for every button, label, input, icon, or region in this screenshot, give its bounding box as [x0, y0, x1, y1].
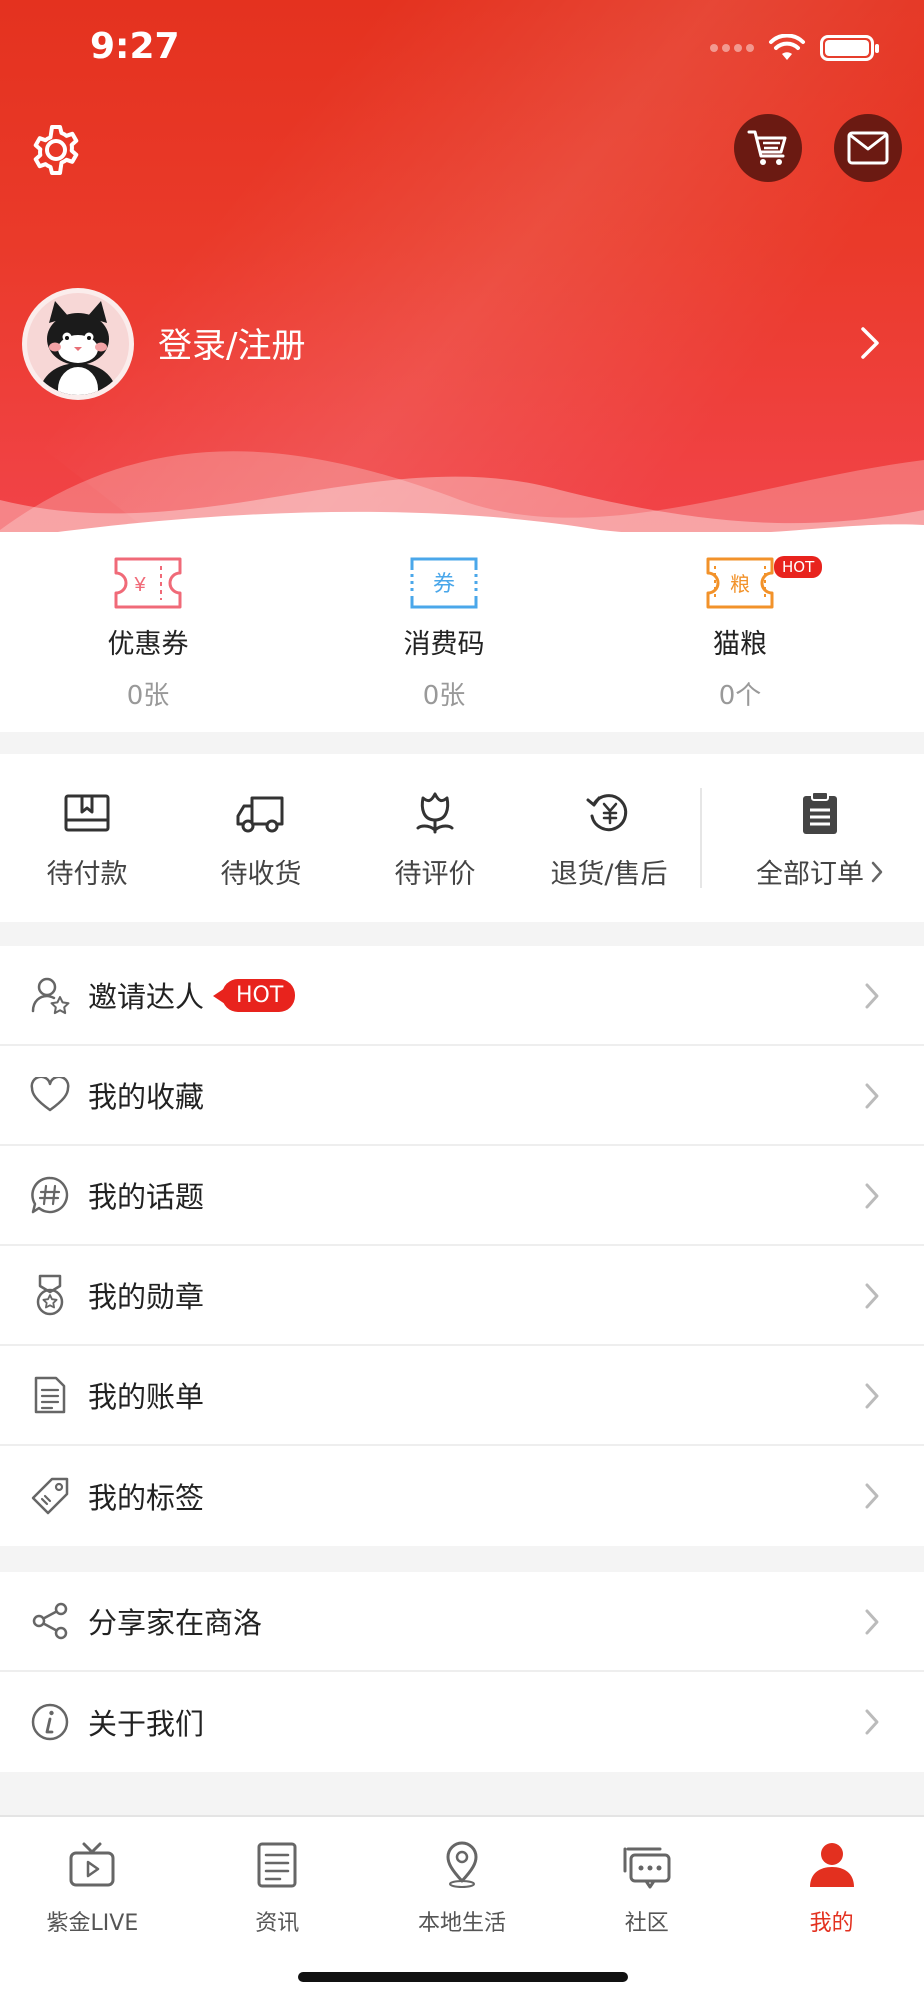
- order-pending-receipt[interactable]: 待收货: [174, 754, 348, 922]
- menu-bills[interactable]: 我的账单: [0, 1346, 924, 1446]
- asset-vouchers[interactable]: 券 消费码 0张: [296, 532, 592, 732]
- shopping-cart-button[interactable]: [734, 114, 802, 182]
- orders-divider: [700, 788, 702, 888]
- asset-cat-food[interactable]: 粮 猫粮 0个: [592, 532, 888, 732]
- refund-icon: [586, 794, 628, 832]
- menu-invite-experts[interactable]: 邀请达人 HOT: [0, 946, 924, 1046]
- tab-label: 本地生活: [417, 1911, 506, 1936]
- menu-group-personal: 邀请达人 HOT 我的收藏 我的话题 我的勋章 我的账单 我的标签: [0, 946, 924, 1546]
- user-icon: [809, 1843, 854, 1887]
- messages-button[interactable]: [834, 114, 902, 182]
- menu-about-us[interactable]: 关于我们: [0, 1672, 924, 1772]
- all-orders-button[interactable]: 全部订单: [716, 754, 924, 891]
- chevron-right-icon[interactable]: [860, 326, 880, 360]
- menu-group-about: 分享家在商洛 关于我们: [0, 1572, 924, 1772]
- tv-icon: [69, 1842, 115, 1887]
- tab-label: 我的: [809, 1911, 854, 1936]
- chevron-right-icon: [865, 1383, 879, 1409]
- order-label: 待付款: [46, 859, 128, 890]
- menu-label: 我的勋章: [88, 1280, 205, 1314]
- asset-value: 0张: [126, 681, 170, 711]
- home-indicator[interactable]: [298, 1972, 628, 1982]
- menu-label: 我的账单: [88, 1380, 205, 1414]
- location-icon: [446, 1841, 478, 1888]
- tab-label: 紫金LIVE: [46, 1911, 139, 1936]
- menu-label: 我的收藏: [88, 1080, 205, 1114]
- asset-value: 0个: [718, 681, 762, 711]
- chevron-right-icon: [865, 1709, 879, 1735]
- chevron-right-icon: [871, 861, 883, 882]
- order-label: 待评价: [394, 859, 476, 890]
- order-refund[interactable]: 退货/售后: [522, 754, 696, 922]
- menu-label: 邀请达人: [88, 980, 205, 1014]
- menu-label: 分享家在商洛: [88, 1606, 263, 1640]
- invite-user-icon: [28, 973, 72, 1017]
- pending-payment-icon: [64, 794, 110, 832]
- menu-favorites[interactable]: 我的收藏: [0, 1046, 924, 1146]
- bill-icon: [28, 1373, 72, 1417]
- coupon-icon-glyph: ¥: [133, 574, 146, 596]
- settings-gear-icon[interactable]: [28, 122, 84, 178]
- asset-value: 0张: [422, 681, 466, 711]
- news-icon: [257, 1842, 297, 1888]
- menu-share[interactable]: 分享家在商洛: [0, 1572, 924, 1672]
- cat-food-icon-glyph: 粮: [730, 572, 750, 596]
- asset-coupons[interactable]: ¥ 优惠券 0张: [0, 532, 296, 732]
- heart-icon: [28, 1073, 72, 1117]
- tab-label: 资讯: [255, 1911, 300, 1936]
- tag-icon: [28, 1474, 72, 1518]
- chevron-right-icon: [865, 1483, 879, 1509]
- asset-name: 优惠券: [107, 629, 189, 660]
- topic-icon: [28, 1173, 72, 1217]
- status-indicators: [710, 34, 879, 62]
- login-register-link[interactable]: 登录/注册: [158, 318, 305, 367]
- asset-name: 猫粮: [713, 629, 767, 660]
- menu-medals[interactable]: 我的勋章: [0, 1246, 924, 1346]
- menu-label: 我的标签: [88, 1481, 205, 1515]
- cat-avatar-icon: [40, 301, 116, 395]
- all-orders-label: 全部订单: [756, 859, 864, 890]
- mail-icon: [847, 131, 889, 165]
- asset-name: 消费码: [403, 629, 485, 660]
- menu-label: 关于我们: [88, 1707, 205, 1741]
- chevron-right-icon: [865, 1183, 879, 1209]
- battery-icon: [820, 35, 879, 61]
- profile-header: [0, 0, 924, 540]
- hot-badge: HOT: [212, 978, 296, 1012]
- tab-label: 社区: [624, 1911, 669, 1936]
- order-label: 退货/售后: [550, 859, 668, 890]
- all-orders-label-wrap: 全部订单: [716, 852, 924, 891]
- order-label: 待收货: [220, 859, 302, 890]
- medal-icon: [28, 1273, 72, 1317]
- orders-row: 待付款 待收货 待评价 退货/售后 全部订单: [0, 754, 924, 922]
- order-pending-review[interactable]: 待评价: [348, 754, 522, 922]
- chevron-right-icon: [865, 1283, 879, 1309]
- coupon-icon: ¥: [113, 556, 183, 610]
- truck-icon: [236, 796, 284, 833]
- menu-tags[interactable]: 我的标签: [0, 1446, 924, 1546]
- voucher-icon: 券: [409, 556, 479, 610]
- avatar[interactable]: [22, 288, 134, 400]
- clipboard-icon: [803, 791, 837, 834]
- cat-food-icon: 粮: [705, 556, 775, 610]
- menu-label: 我的话题: [88, 1180, 205, 1214]
- tab-mine[interactable]: 我的: [739, 1817, 924, 2000]
- status-time: 9:27: [90, 26, 180, 67]
- order-pending-payment[interactable]: 待付款: [0, 754, 174, 922]
- wifi-icon: [769, 34, 805, 60]
- chat-icon: [623, 1847, 671, 1889]
- hot-badge: HOT: [774, 556, 823, 578]
- cellular-signal-icon: [710, 44, 754, 52]
- menu-topics[interactable]: 我的话题: [0, 1146, 924, 1246]
- voucher-icon-glyph: 券: [433, 572, 455, 597]
- cart-icon: [747, 130, 787, 165]
- chevron-right-icon: [865, 1083, 879, 1109]
- review-icon: [416, 792, 454, 834]
- chevron-right-icon: [865, 983, 879, 1009]
- info-icon: [28, 1700, 72, 1744]
- share-icon: [28, 1599, 72, 1643]
- tab-live[interactable]: 紫金LIVE: [0, 1817, 185, 2000]
- header-waves: [0, 451, 924, 540]
- chevron-right-icon: [865, 1609, 879, 1635]
